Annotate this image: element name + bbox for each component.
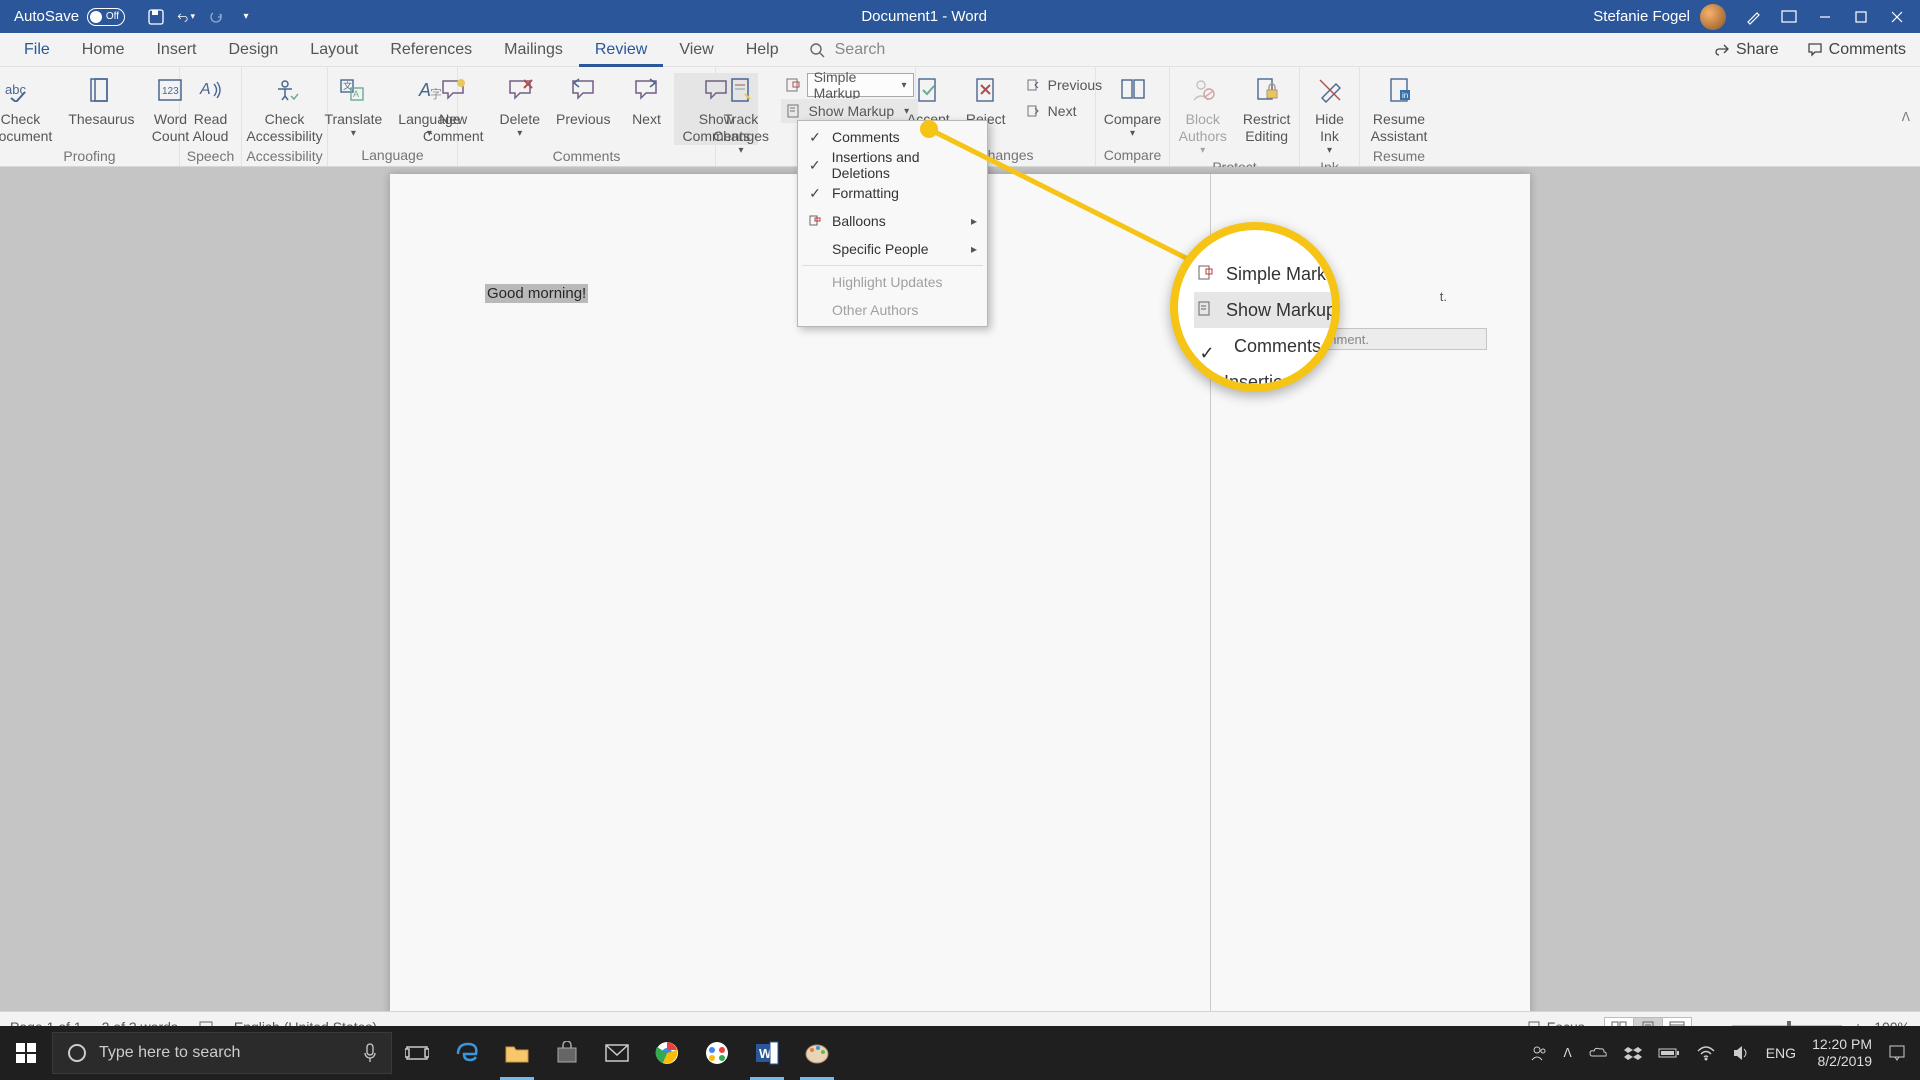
svg-text:A: A xyxy=(353,89,359,99)
highlight-dot xyxy=(920,120,938,138)
collapse-ribbon-icon[interactable]: ᐱ xyxy=(1902,110,1910,124)
start-button[interactable] xyxy=(0,1026,52,1080)
taskbar-explorer-icon[interactable] xyxy=(492,1026,542,1080)
taskbar-mail-icon[interactable] xyxy=(592,1026,642,1080)
svg-text:in: in xyxy=(1402,91,1408,100)
tab-references[interactable]: References xyxy=(374,33,488,67)
cortana-icon xyxy=(67,1043,87,1063)
thesaurus-button[interactable]: Thesaurus xyxy=(60,73,142,128)
doc-title: Document1 - Word xyxy=(255,8,1593,25)
qat-customize-icon[interactable]: ▾ xyxy=(237,8,255,26)
autosave-label: AutoSave xyxy=(14,8,79,25)
taskbar-paint-icon[interactable] xyxy=(792,1026,842,1080)
read-aloud-button[interactable]: ARead Aloud xyxy=(183,73,239,145)
svg-text:文: 文 xyxy=(343,80,352,91)
previous-change-button[interactable]: Previous xyxy=(1020,73,1106,97)
svg-text:A: A xyxy=(199,81,211,98)
dropbox-icon[interactable] xyxy=(1624,1045,1642,1061)
avatar xyxy=(1700,4,1726,30)
taskbar-edge-icon[interactable] xyxy=(442,1026,492,1080)
hide-ink-button[interactable]: Hide Ink▾ xyxy=(1302,73,1358,156)
share-button[interactable]: Share xyxy=(1700,41,1793,59)
callout-line xyxy=(920,120,1210,280)
ribbon-tabs: File Home Insert Design Layout Reference… xyxy=(0,33,1920,67)
volume-icon[interactable] xyxy=(1732,1045,1750,1061)
language-abbrev[interactable]: ENG xyxy=(1766,1045,1796,1061)
tray-expand-icon[interactable]: ᐱ xyxy=(1564,1046,1572,1060)
wifi-icon[interactable] xyxy=(1696,1045,1716,1061)
tab-help[interactable]: Help xyxy=(730,33,795,67)
menu-other-authors: Other Authors xyxy=(798,296,987,324)
tab-layout[interactable]: Layout xyxy=(294,33,374,67)
group-comments-label: Comments xyxy=(458,145,715,167)
save-icon[interactable] xyxy=(147,8,165,26)
group-speech-label: Speech xyxy=(180,145,241,167)
group-accessibility-label: Accessibility xyxy=(242,145,327,167)
taskbar-chrome-icon[interactable] xyxy=(642,1026,692,1080)
svg-text:123: 123 xyxy=(162,86,179,97)
mic-icon[interactable] xyxy=(363,1043,377,1063)
autosave-toggle[interactable]: AutoSave Off xyxy=(14,8,125,26)
onedrive-icon[interactable] xyxy=(1588,1046,1608,1060)
taskbar: Type here to search W ᐱ ENG 12:20 PM8/2/… xyxy=(0,1026,1920,1080)
tab-home[interactable]: Home xyxy=(66,33,141,67)
check-document-button[interactable]: abcCheck Document xyxy=(0,73,60,145)
callout-simple-markup: Simple Markup xyxy=(1194,256,1340,292)
task-view-icon[interactable] xyxy=(392,1026,442,1080)
taskbar-store-icon[interactable] xyxy=(542,1026,592,1080)
minimize-icon[interactable] xyxy=(1816,8,1834,26)
track-changes-button[interactable]: Track Changes▾ xyxy=(707,73,774,156)
group-proofing-label: Proofing xyxy=(0,145,179,167)
tab-mailings[interactable]: Mailings xyxy=(488,33,579,67)
maximize-icon[interactable] xyxy=(1852,8,1870,26)
clock[interactable]: 12:20 PM8/2/2019 xyxy=(1812,1036,1872,1070)
user-account[interactable]: Stefanie Fogel xyxy=(1593,4,1726,30)
notification-icon[interactable] xyxy=(1888,1044,1906,1062)
tab-view[interactable]: View xyxy=(663,33,729,67)
titlebar: AutoSave Off ▾ ▾ Document1 - Word Stefan… xyxy=(0,0,1920,33)
group-resume-label: Resume xyxy=(1360,145,1438,167)
notes-icon[interactable] xyxy=(1744,8,1762,26)
new-comment-button[interactable]: New Comment xyxy=(415,73,492,145)
restrict-editing-button[interactable]: Restrict Editing xyxy=(1235,73,1298,145)
callout-comments: ✓Comments xyxy=(1194,328,1340,364)
delete-comment-button[interactable]: Delete▾ xyxy=(492,73,548,139)
people-icon[interactable] xyxy=(1530,1044,1548,1062)
battery-icon[interactable] xyxy=(1658,1046,1680,1060)
redo-icon[interactable] xyxy=(207,8,225,26)
taskbar-app-icon[interactable] xyxy=(692,1026,742,1080)
selected-text[interactable]: Good morning! xyxy=(485,284,588,303)
ribbon-mode-icon[interactable] xyxy=(1780,8,1798,26)
taskbar-search[interactable]: Type here to search xyxy=(52,1032,392,1074)
search-input[interactable]: Search xyxy=(835,41,886,59)
comments-button[interactable]: Comments xyxy=(1793,41,1920,59)
previous-comment-button[interactable]: Previous xyxy=(548,73,618,128)
taskbar-word-icon[interactable]: W xyxy=(742,1026,792,1080)
tab-file[interactable]: File xyxy=(8,33,66,67)
callout-show-markup: Show Markup▾ xyxy=(1194,292,1340,328)
tab-design[interactable]: Design xyxy=(212,33,294,67)
resume-assistant-button[interactable]: inResume Assistant xyxy=(1363,73,1436,145)
markup-selector[interactable]: Simple Markup▾ xyxy=(781,73,918,97)
next-comment-button[interactable]: Next xyxy=(618,73,674,128)
translate-button[interactable]: 文ATranslate▾ xyxy=(316,73,390,139)
close-icon[interactable] xyxy=(1888,8,1906,26)
undo-icon[interactable]: ▾ xyxy=(177,8,195,26)
search-icon[interactable] xyxy=(809,42,825,58)
group-language-label: Language xyxy=(328,144,457,166)
tab-review[interactable]: Review xyxy=(579,33,663,67)
user-name: Stefanie Fogel xyxy=(1593,8,1690,25)
tab-insert[interactable]: Insert xyxy=(140,33,212,67)
callout-zoom: Simple Markup Show Markup▾ ✓Comments Ins… xyxy=(1170,222,1340,392)
